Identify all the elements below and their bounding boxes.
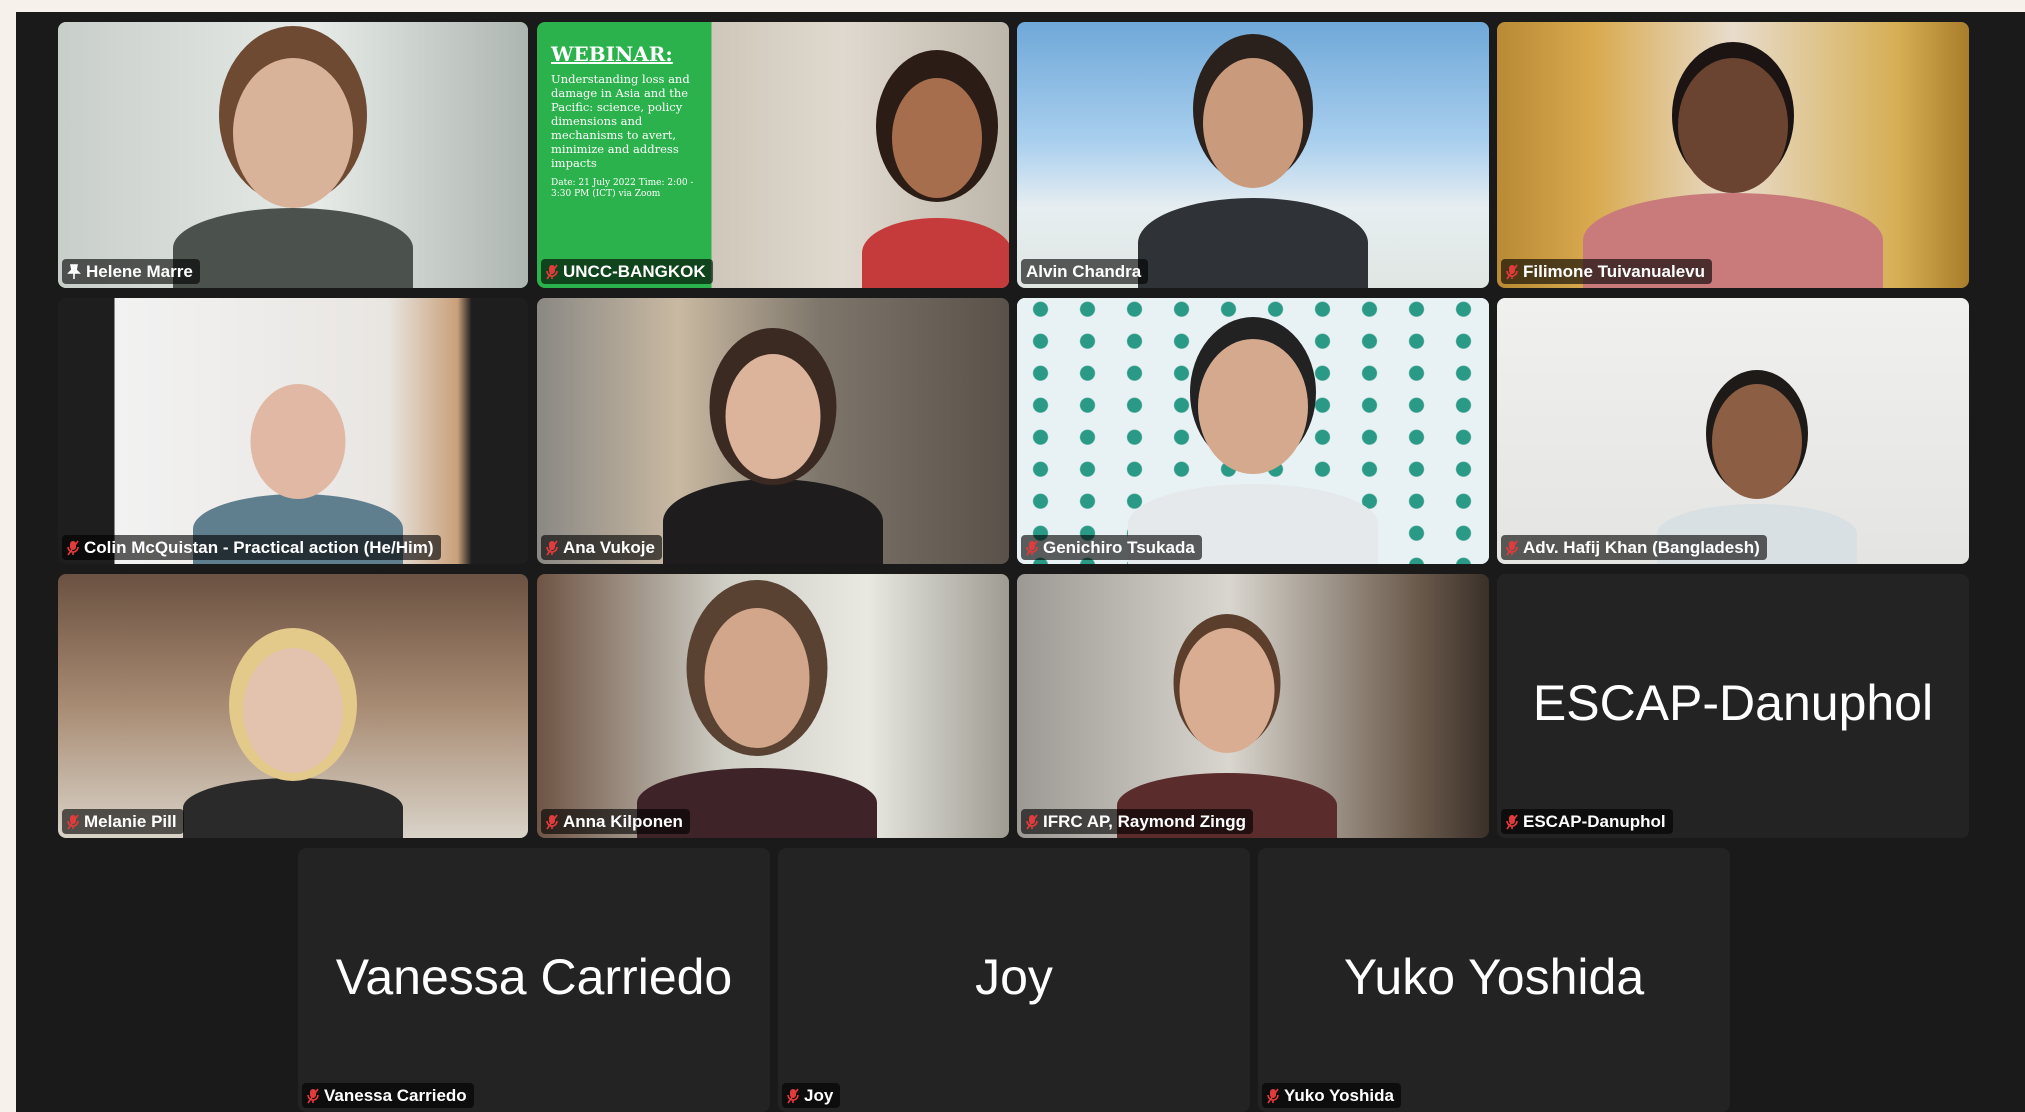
participant-name: Ana Vukoje xyxy=(563,538,655,557)
name-tag: Genichiro Tsukada xyxy=(1021,535,1202,560)
mic-muted-icon xyxy=(546,540,558,556)
participant-name: UNCC-BANGKOK xyxy=(563,262,706,281)
participant-name: Melanie Pill xyxy=(84,812,177,831)
name-tag: UNCC-BANGKOK xyxy=(541,259,713,284)
participant-tile-vanessa[interactable]: Vanessa Carriedo Vanessa Carriedo xyxy=(298,848,770,1112)
mic-muted-icon xyxy=(1506,814,1518,830)
participant-figure xyxy=(857,38,1009,288)
participant-display-name: Yuko Yoshida xyxy=(1343,949,1645,1006)
name-tag: Melanie Pill xyxy=(62,809,184,834)
participant-figure xyxy=(658,324,888,564)
mic-muted-icon xyxy=(67,814,79,830)
participant-tile-filimone[interactable]: Filimone Tuivanualevu xyxy=(1497,22,1969,288)
participant-name: Filimone Tuivanualevu xyxy=(1523,262,1705,281)
mic-muted-icon xyxy=(546,814,558,830)
participant-figure xyxy=(1583,38,1883,288)
webinar-date: Date: 21 July 2022 Time: 2:00 - 3:30 PM … xyxy=(551,178,694,199)
mic-muted-icon xyxy=(67,540,79,556)
participant-name: Vanessa Carriedo xyxy=(324,1086,467,1105)
participant-tile-anna[interactable]: Anna Kilponen xyxy=(537,574,1009,838)
mic-muted-icon xyxy=(1026,540,1038,556)
mic-muted-icon xyxy=(546,264,558,280)
participant-figure xyxy=(1117,608,1337,838)
name-tag: Adv. Hafij Khan (Bangladesh) xyxy=(1501,535,1767,560)
participant-figure xyxy=(637,588,877,838)
name-tag: Joy xyxy=(782,1083,841,1108)
participant-figure xyxy=(163,38,423,288)
mic-muted-icon xyxy=(787,1088,799,1104)
participant-name: IFRC AP, Raymond Zingg xyxy=(1043,812,1247,831)
webinar-title: WEBINAR: xyxy=(551,42,673,66)
webinar-slide: WEBINAR: Understanding loss and damage i… xyxy=(551,42,701,200)
participant-tile-hafij[interactable]: Adv. Hafij Khan (Bangladesh) xyxy=(1497,298,1969,564)
participant-tile-unhcr[interactable]: WEBINAR: Understanding loss and damage i… xyxy=(537,22,1009,288)
participant-display-name: ESCAP-Danuphol xyxy=(1532,675,1934,732)
mic-muted-icon xyxy=(1267,1088,1279,1104)
name-tag: Ana Vukoje xyxy=(541,535,662,560)
participant-figure xyxy=(1133,38,1373,288)
participant-tile-raymond[interactable]: IFRC AP, Raymond Zingg xyxy=(1017,574,1489,838)
participant-name: Anna Kilponen xyxy=(563,812,683,831)
name-tag: Vanessa Carriedo xyxy=(302,1083,474,1108)
name-tag: Colin McQuistan - Practical action (He/H… xyxy=(62,535,441,560)
participant-tile-escap[interactable]: ESCAP-Danuphol ESCAP-Danuphol xyxy=(1497,574,1969,838)
name-tag: Filimone Tuivanualevu xyxy=(1501,259,1712,284)
participant-tile-helene[interactable]: Helene Marre xyxy=(58,22,528,288)
participant-name: Joy xyxy=(804,1086,834,1105)
participant-tile-melanie[interactable]: Melanie Pill xyxy=(58,574,528,838)
participant-name: Colin McQuistan - Practical action (He/H… xyxy=(84,538,434,557)
participant-tile-joy[interactable]: Joy Joy xyxy=(778,848,1250,1112)
name-tag: Helene Marre xyxy=(62,259,200,284)
name-tag: IFRC AP, Raymond Zingg xyxy=(1021,809,1254,834)
name-tag: Yuko Yoshida xyxy=(1262,1083,1401,1108)
meeting-gallery-view: Helene Marre WEBINAR: Understanding loss… xyxy=(16,12,2025,1112)
participant-name: Alvin Chandra xyxy=(1026,262,1142,281)
participant-name: Yuko Yoshida xyxy=(1284,1086,1394,1105)
mic-muted-icon xyxy=(1506,540,1518,556)
name-tag: Alvin Chandra xyxy=(1021,259,1149,284)
mic-muted-icon xyxy=(307,1088,319,1104)
participant-tile-colin[interactable]: Colin McQuistan - Practical action (He/H… xyxy=(58,298,528,564)
participant-name: Helene Marre xyxy=(86,262,193,281)
participant-figure xyxy=(1657,364,1857,564)
participant-tile-ana[interactable]: Ana Vukoje xyxy=(537,298,1009,564)
participant-tile-yuko[interactable]: Yuko Yoshida Yuko Yoshida xyxy=(1258,848,1730,1112)
participant-figure xyxy=(1128,314,1378,564)
participant-display-name: Vanessa Carriedo xyxy=(335,949,733,1006)
participant-tile-genichiro[interactable]: Genichiro Tsukada xyxy=(1017,298,1489,564)
mic-muted-icon xyxy=(1026,814,1038,830)
participant-name: ESCAP-Danuphol xyxy=(1523,812,1666,831)
participant-name: Adv. Hafij Khan (Bangladesh) xyxy=(1523,538,1760,557)
participant-figure xyxy=(188,364,408,564)
participant-name: Genichiro Tsukada xyxy=(1043,538,1195,557)
participant-display-name: Joy xyxy=(975,949,1053,1006)
pin-icon xyxy=(67,263,81,280)
name-tag: Anna Kilponen xyxy=(541,809,690,834)
participant-figure xyxy=(178,638,408,838)
name-tag: ESCAP-Danuphol xyxy=(1501,809,1673,834)
mic-muted-icon xyxy=(1506,264,1518,280)
participant-tile-alvin[interactable]: Alvin Chandra xyxy=(1017,22,1489,288)
webinar-description: Understanding loss and damage in Asia an… xyxy=(551,72,690,170)
